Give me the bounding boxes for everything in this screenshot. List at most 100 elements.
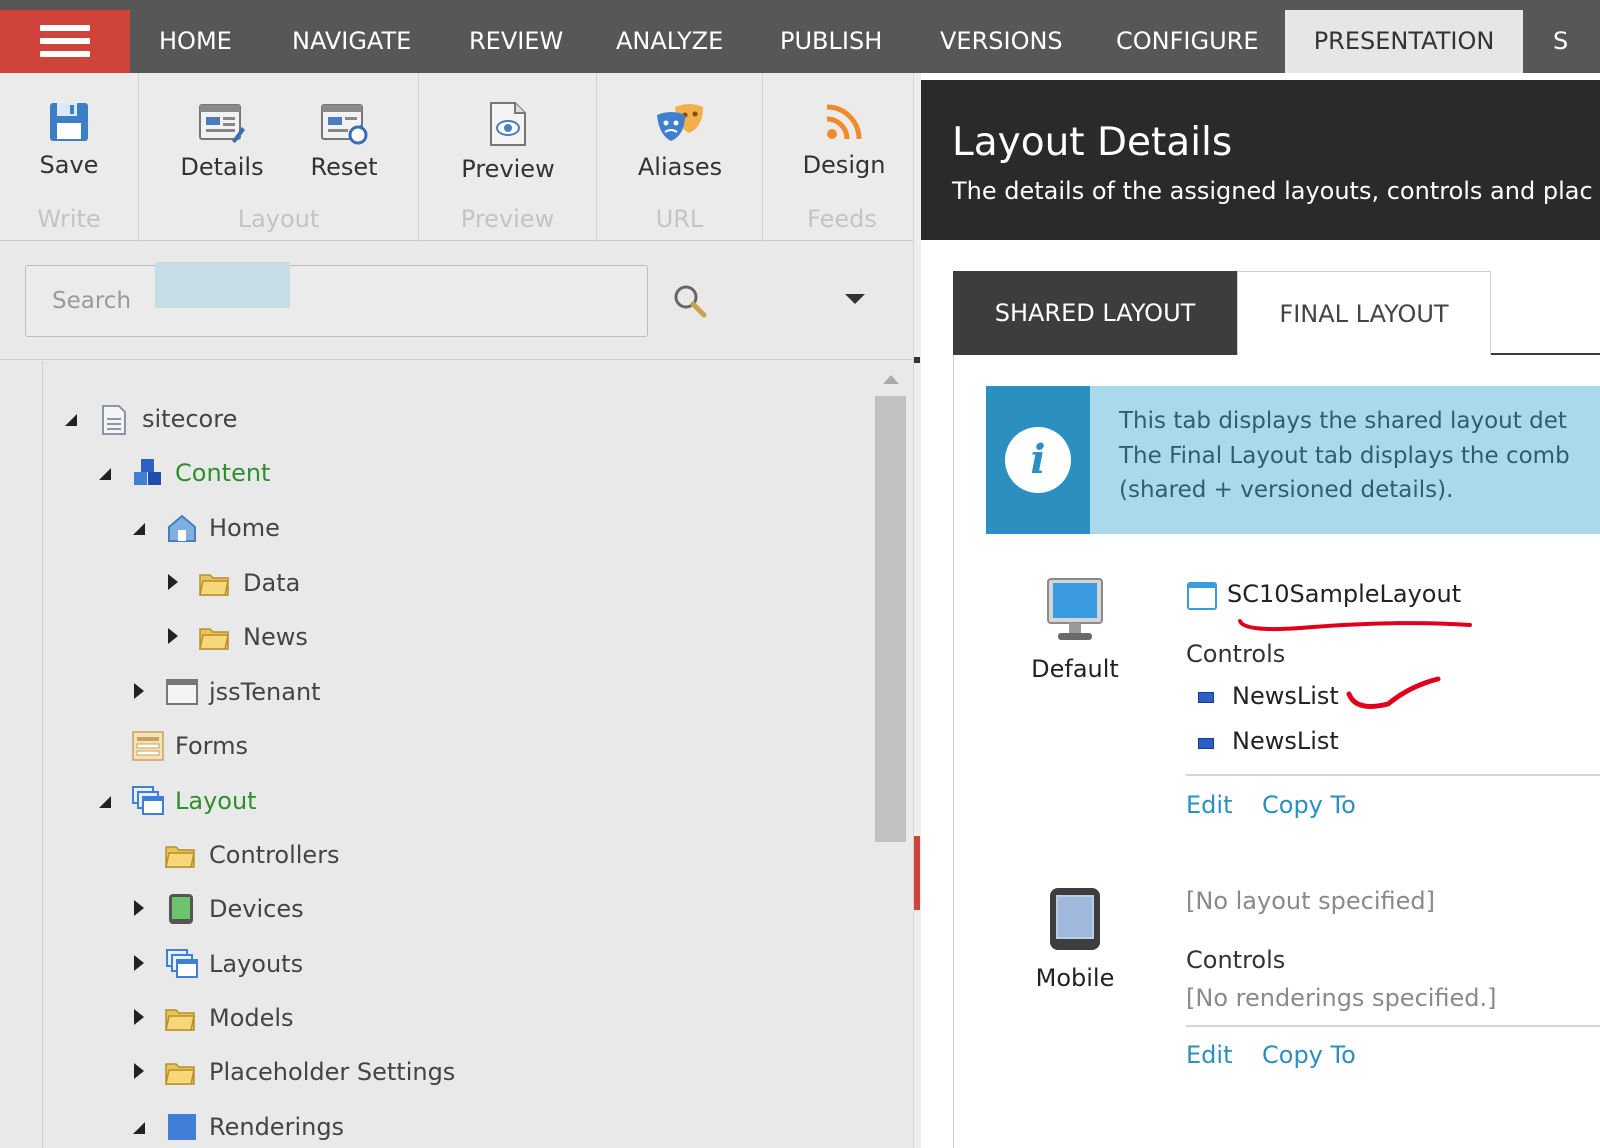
tree-node-label: jssTenant <box>209 678 321 706</box>
dialog-subtitle: The details of the assigned layouts, con… <box>952 177 1593 205</box>
nav-tab-configure[interactable]: CONFIGURE <box>1116 10 1259 73</box>
dialog-title: Layout Details <box>952 120 1233 165</box>
ribbon-group-preview: Preview Preview <box>419 73 597 241</box>
ribbon-group-write: Save Write <box>0 73 139 241</box>
page-icon <box>102 405 126 435</box>
ribbon-group-label: Feeds <box>807 205 877 233</box>
desktop-monitor-icon <box>1047 578 1103 640</box>
folder-icon <box>199 628 229 650</box>
expand-arrow-icon[interactable] <box>65 414 77 426</box>
save-label: Save <box>39 151 99 179</box>
preview-label: Preview <box>461 155 555 183</box>
copy-to-link[interactable]: Copy To <box>1262 791 1356 819</box>
tree-node-models[interactable]: Models <box>130 995 380 1041</box>
reset-button[interactable]: Reset <box>289 101 399 181</box>
collapse-arrow-icon[interactable] <box>134 1009 144 1025</box>
tree-node-layout[interactable]: Layout <box>96 778 346 824</box>
scroll-up-arrow-icon[interactable] <box>883 375 899 384</box>
nav-tab-versions[interactable]: VERSIONS <box>940 10 1063 73</box>
tree-node-sitecore[interactable]: sitecore <box>62 396 362 442</box>
layout-icon <box>132 786 164 815</box>
nav-tab-analyze[interactable]: ANALYZE <box>616 10 723 73</box>
edit-link[interactable]: Edit <box>1186 791 1232 819</box>
expand-arrow-icon[interactable] <box>133 523 145 535</box>
ribbon-group-url: Aliases URL <box>597 73 763 241</box>
nav-tab-truncated[interactable]: S <box>1553 10 1568 73</box>
expand-arrow-icon[interactable] <box>99 796 111 808</box>
expand-arrow-icon[interactable] <box>99 468 111 480</box>
tab-shared-layout[interactable]: SHARED LAYOUT <box>953 271 1237 355</box>
tree-node-placeholder-settings[interactable]: Placeholder Settings <box>130 1049 490 1095</box>
aliases-label: Aliases <box>637 153 723 181</box>
device-name: Default <box>1031 655 1119 683</box>
dialog-header: Layout Details The details of the assign… <box>921 80 1600 240</box>
tree-node-layouts[interactable]: Layouts <box>130 941 380 987</box>
nav-tab-review[interactable]: REVIEW <box>469 10 563 73</box>
collapse-arrow-icon[interactable] <box>134 900 144 916</box>
tree-node-jsstenant[interactable]: jssTenant <box>130 669 380 715</box>
tree-node-news[interactable]: News <box>164 614 364 660</box>
reset-label: Reset <box>310 153 378 181</box>
no-layout-text: [No layout specified] <box>1186 887 1435 915</box>
tree-node-label: Content <box>175 459 271 487</box>
tree-node-home[interactable]: Home <box>130 505 330 551</box>
controls-heading: Controls <box>1186 946 1286 974</box>
details-button[interactable]: Details <box>167 101 277 181</box>
layout-window-icon <box>1187 582 1217 610</box>
preview-icon <box>490 102 526 146</box>
edit-link[interactable]: Edit <box>1186 1041 1232 1069</box>
aliases-button[interactable]: Aliases <box>625 101 735 181</box>
rendering-icon <box>1198 692 1214 703</box>
tree-node-label: Placeholder Settings <box>209 1058 456 1086</box>
collapse-arrow-icon[interactable] <box>168 574 178 590</box>
tree-node-label: sitecore <box>142 405 238 433</box>
hamburger-menu-button[interactable] <box>0 10 130 73</box>
tree-node-data[interactable]: Data <box>164 560 364 606</box>
collapse-arrow-icon[interactable] <box>168 628 178 644</box>
tree-node-label: Controllers <box>209 841 340 869</box>
preview-button[interactable]: Preview <box>453 101 563 183</box>
tree-node-forms[interactable]: Forms <box>96 723 346 769</box>
menu-bar-icon <box>40 51 90 57</box>
folder-icon <box>165 1009 195 1031</box>
chevron-down-icon[interactable] <box>845 294 865 304</box>
collapse-arrow-icon[interactable] <box>134 683 144 699</box>
device-mobile[interactable]: Mobile <box>1005 886 1145 992</box>
scrollbar-thumb[interactable] <box>875 396 906 842</box>
expand-arrow-icon[interactable] <box>133 1122 145 1134</box>
nav-tab-navigate[interactable]: NAVIGATE <box>292 10 411 73</box>
tree-node-devices[interactable]: Devices <box>130 886 380 932</box>
device-default[interactable]: Default <box>1005 577 1145 683</box>
tab-final-layout[interactable]: FINAL LAYOUT <box>1237 271 1491 355</box>
divider <box>1186 774 1600 776</box>
search-input[interactable] <box>25 265 648 337</box>
selected-node-highlight <box>155 262 290 308</box>
nav-tab-publish[interactable]: PUBLISH <box>780 10 882 73</box>
copy-to-link[interactable]: Copy To <box>1262 1041 1356 1069</box>
nav-tab-home[interactable]: HOME <box>159 10 232 73</box>
panel-splitter[interactable] <box>913 73 921 1148</box>
search-icon[interactable] <box>672 283 708 319</box>
forms-icon <box>132 731 164 761</box>
splitter-handle[interactable] <box>914 836 920 910</box>
tree-node-renderings[interactable]: Renderings <box>130 1104 430 1148</box>
control-item[interactable]: NewsList <box>1232 727 1339 755</box>
tree-node-controllers[interactable]: Controllers <box>130 832 380 878</box>
layout-name[interactable]: SC10SampleLayout <box>1227 580 1461 608</box>
tree-node-content[interactable]: Content <box>96 450 396 496</box>
top-navigation-bar: HOME NAVIGATE REVIEW ANALYZE PUBLISH VER… <box>0 0 1600 73</box>
tree-guide-line <box>42 361 43 1148</box>
control-item[interactable]: NewsList <box>1232 682 1339 710</box>
no-renderings-text: [No renderings specified.] <box>1186 984 1497 1012</box>
splitter-marker <box>914 357 920 363</box>
search-bar <box>0 241 913 360</box>
save-button[interactable]: Save <box>14 101 124 179</box>
tree-node-label: Layout <box>175 787 257 815</box>
info-icon: i <box>1005 427 1071 493</box>
ribbon-group-label: Preview <box>460 205 555 233</box>
design-button[interactable]: Design <box>789 101 899 179</box>
collapse-arrow-icon[interactable] <box>134 1063 144 1079</box>
tree-node-label: Devices <box>209 895 304 923</box>
collapse-arrow-icon[interactable] <box>134 955 144 971</box>
nav-tab-presentation[interactable]: PRESENTATION <box>1285 10 1523 73</box>
